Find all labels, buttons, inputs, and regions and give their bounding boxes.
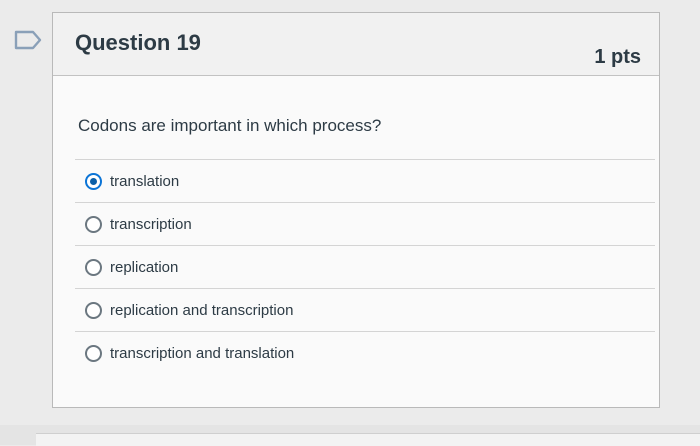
answer-option[interactable]: replication and transcription xyxy=(75,288,655,331)
radio-button-icon[interactable] xyxy=(85,258,102,276)
answer-option[interactable]: transcription and translation xyxy=(75,331,655,374)
answer-label: translation xyxy=(110,172,180,190)
question-title: Question 19 xyxy=(75,30,201,55)
answer-list: translation transcription replication re… xyxy=(75,159,655,374)
answer-option[interactable]: replication xyxy=(75,245,655,288)
answer-label: transcription and translation xyxy=(110,344,295,362)
radio-button-icon[interactable] xyxy=(85,344,102,362)
answer-option[interactable]: translation xyxy=(75,159,655,202)
answer-label: replication xyxy=(110,258,179,276)
next-card-edge xyxy=(0,425,700,446)
question-header: Question 19 1 pts xyxy=(53,13,659,76)
question-points: 1 pts xyxy=(594,46,641,68)
radio-button-icon[interactable] xyxy=(85,172,102,190)
question-text: Codons are important in which process? xyxy=(78,116,382,135)
bookmark-flag-icon[interactable] xyxy=(14,30,42,50)
answer-option[interactable]: transcription xyxy=(75,202,655,245)
answer-label: replication and transcription xyxy=(110,301,294,319)
radio-button-icon[interactable] xyxy=(85,301,102,319)
answer-label: transcription xyxy=(110,215,192,233)
next-card-top xyxy=(36,433,700,446)
question-card: Question 19 1 pts Codons are important i… xyxy=(52,12,660,408)
radio-button-icon[interactable] xyxy=(85,215,102,233)
